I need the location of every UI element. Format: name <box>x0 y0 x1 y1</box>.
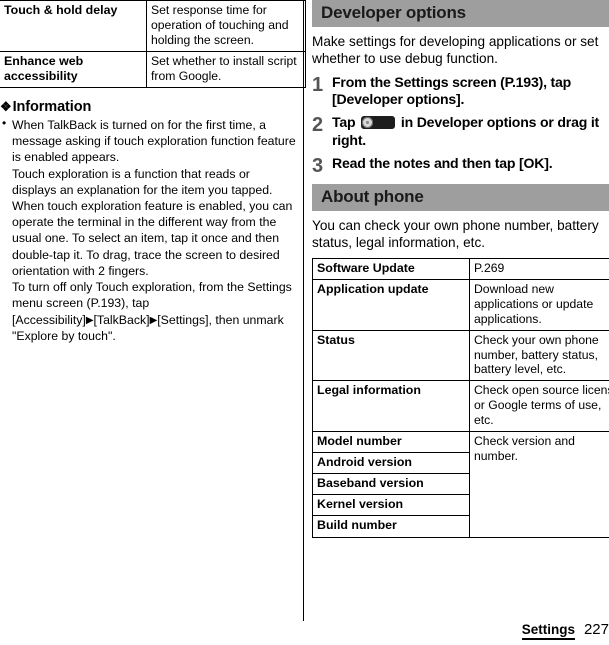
about-term: Kernel version <box>312 494 470 517</box>
about-phone-intro: You can check your own phone number, bat… <box>312 217 599 251</box>
about-term: Legal information <box>312 380 470 432</box>
column-divider <box>303 0 304 621</box>
about-term: Android version <box>312 451 470 475</box>
footer-section-label: Settings <box>521 622 575 640</box>
step-number: 1 <box>312 74 324 97</box>
table-row: Status Check your own phone number, batt… <box>312 329 609 382</box>
setting-description: Set whether to install script from Googl… <box>146 50 306 88</box>
step-number: 2 <box>312 114 324 137</box>
page-number: 227 <box>583 621 609 638</box>
accessibility-settings-table: Touch & hold delay Set response time for… <box>0 0 306 88</box>
about-description: Check your own phone number, battery sta… <box>469 329 609 382</box>
about-description: Download new applications or update appl… <box>469 279 609 331</box>
step-text: Read the notes and then tap [OK]. <box>332 154 553 171</box>
left-column: Touch & hold delay Set response time for… <box>0 0 306 344</box>
about-description: P.269 <box>469 257 609 281</box>
information-heading-label: Information <box>12 98 92 115</box>
right-column: Developer options Make settings for deve… <box>312 0 609 538</box>
section-heading-about-phone: About phone <box>312 183 609 211</box>
table-row: Application update Download new applicat… <box>312 279 609 331</box>
step-3: 3 Read the notes and then tap [OK]. <box>312 155 609 176</box>
step-1: 1 From the Settings screen (P.193), tap … <box>312 74 609 108</box>
list-item-text: When TalkBack is turned on for the first… <box>12 117 296 165</box>
table-row: Software Update P.269 <box>312 257 609 281</box>
about-phone-table: Software Update P.269 Application update… <box>312 257 609 538</box>
section-heading-developer-options: Developer options <box>312 0 609 27</box>
about-description: Check open source license or Google term… <box>469 380 609 432</box>
information-heading: ❖Information <box>0 99 296 115</box>
setting-term: Enhance web accessibility <box>0 50 147 88</box>
information-paragraph: Touch exploration is a function that rea… <box>12 166 273 197</box>
about-term: Status <box>312 329 470 382</box>
setting-description: Set response time for operation of touch… <box>146 0 306 52</box>
about-term: Build number <box>312 515 470 538</box>
about-term: Baseband version <box>312 473 470 496</box>
table-row: Enhance web accessibility Set whether to… <box>0 50 306 88</box>
list-item: • When TalkBack is turned on for the fir… <box>0 115 296 166</box>
page-footer: Settings 227 <box>521 621 609 640</box>
setting-term: Touch & hold delay <box>0 0 147 52</box>
final-paragraph-part2: [TalkBack] <box>93 312 150 327</box>
step-text: From the Settings screen (P.193), tap [D… <box>332 74 572 108</box>
table-row: Model number Check version and number. <box>312 430 609 538</box>
information-list: • When TalkBack is turned on for the fir… <box>0 115 296 166</box>
triangle-right-icon: ▶ <box>85 314 94 326</box>
information-paragraph: When touch exploration feature is enable… <box>12 198 293 278</box>
step-text-before-icon: Tap <box>332 114 356 131</box>
information-final-paragraph: To turn off only Touch exploration, from… <box>0 279 296 344</box>
bullet-icon: • <box>2 115 7 130</box>
step-text: Tap in Developer options or drag it righ… <box>332 114 609 148</box>
about-term: Model number <box>312 430 470 454</box>
developer-options-intro: Make settings for developing application… <box>312 33 599 67</box>
step-number: 3 <box>312 154 324 177</box>
table-row: Legal information Check open source lice… <box>312 380 609 432</box>
diamond-icon: ❖ <box>0 98 12 114</box>
about-term: Application update <box>312 279 470 331</box>
step-2: 2 Tap in Developer options or drag it ri… <box>312 114 609 148</box>
about-description: Check version and number. <box>469 430 609 538</box>
about-term: Software Update <box>312 257 470 281</box>
table-row: Touch & hold delay Set response time for… <box>0 0 306 52</box>
developer-options-steps: 1 From the Settings screen (P.193), tap … <box>312 74 609 176</box>
toggle-switch-icon <box>361 116 396 130</box>
manual-page: Touch & hold delay Set response time for… <box>0 0 609 645</box>
